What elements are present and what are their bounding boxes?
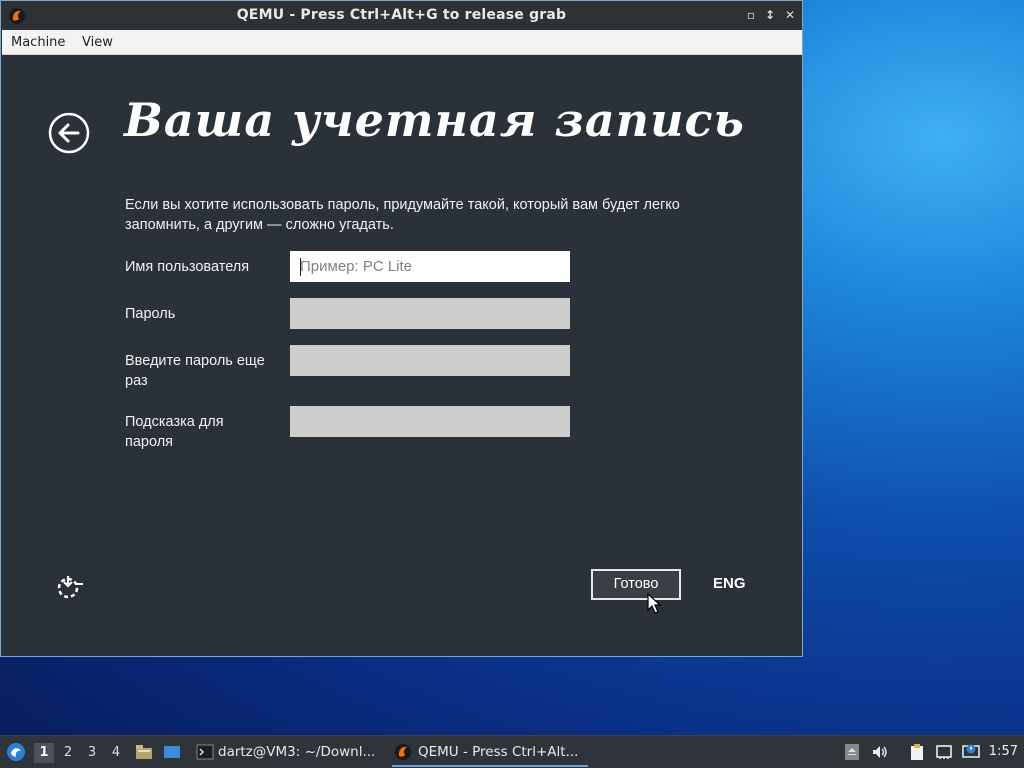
restore-icon[interactable]: ↕ [762, 7, 778, 23]
task-terminal-label: dartz@VM3: ~/Downl... [218, 744, 376, 760]
intro-text: Если вы хотите использовать пароль, прид… [125, 197, 680, 233]
clipboard-icon[interactable] [908, 743, 926, 761]
task-qemu-label: QEMU - Press Ctrl+Alt... [418, 744, 579, 760]
network-icon[interactable] [935, 743, 953, 761]
desktop-2[interactable]: 2 [58, 743, 78, 763]
window-titlebar[interactable]: QEMU - Press Ctrl+Alt+G to release grab … [1, 1, 802, 30]
desktop-4[interactable]: 4 [106, 743, 126, 763]
accessibility-icon[interactable] [56, 572, 84, 600]
file-manager-icon[interactable] [135, 743, 153, 761]
task-qemu[interactable]: QEMU - Press Ctrl+Alt... [392, 739, 588, 767]
window-title: QEMU - Press Ctrl+Alt+G to release grab [236, 7, 567, 23]
clock[interactable]: 1:57 [989, 736, 1018, 768]
username-label: Имя пользователя [125, 259, 250, 275]
taskbar: 1 2 3 4 dartz@VM3: ~/Downl... QEMU - Pre… [0, 735, 1024, 768]
back-arrow-icon[interactable] [48, 112, 90, 154]
desktop-3[interactable]: 3 [82, 743, 102, 763]
volume-icon[interactable] [871, 743, 889, 761]
page-title: Ваша учетная запись [124, 93, 745, 147]
menubar: Machine View [2, 30, 802, 55]
close-icon[interactable]: ✕ [782, 7, 798, 23]
minimize-icon[interactable]: ▫ [743, 7, 759, 23]
start-menu-icon[interactable] [6, 742, 26, 762]
done-button[interactable]: Готово [591, 569, 681, 600]
task-terminal[interactable]: dartz@VM3: ~/Downl... [194, 739, 380, 765]
qemu-window: QEMU - Press Ctrl+Alt+G to release grab … [0, 0, 803, 657]
password-hint-label: Подсказка для пароля [125, 414, 224, 450]
text-caret [300, 258, 301, 276]
terminal-icon [196, 744, 214, 760]
password-confirm-input[interactable] [290, 345, 570, 376]
notification-icon[interactable] [962, 743, 980, 761]
guest-screen: Ваша учетная запись Если вы хотите испол… [2, 55, 802, 656]
language-indicator[interactable]: ENG [713, 575, 746, 592]
password-label: Пароль [125, 306, 176, 322]
menu-machine[interactable]: Machine [11, 35, 65, 50]
mouse-cursor-icon [647, 593, 661, 614]
desktop-1[interactable]: 1 [34, 743, 54, 763]
desktop-icon[interactable] [163, 743, 181, 761]
password-input[interactable] [290, 298, 570, 329]
username-input[interactable] [290, 251, 570, 282]
qemu-icon [395, 744, 411, 760]
eject-icon[interactable] [843, 743, 861, 761]
password-hint-input[interactable] [290, 406, 570, 437]
password-confirm-label: Введите пароль еще раз [125, 353, 265, 389]
menu-view[interactable]: View [82, 35, 113, 50]
